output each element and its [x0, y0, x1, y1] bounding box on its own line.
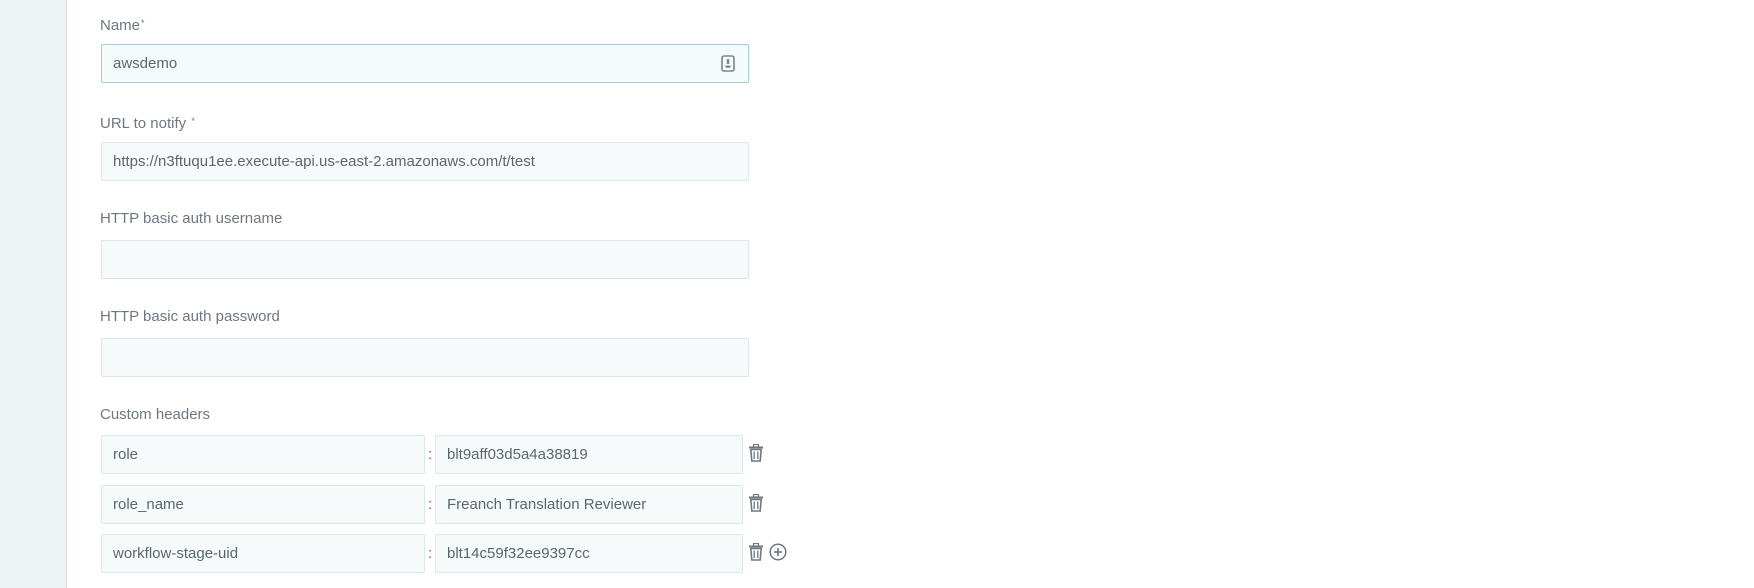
url-label: URL to notify * — [100, 112, 195, 133]
trash-icon[interactable] — [748, 444, 764, 462]
header-value-input[interactable]: Freanch Translation Reviewer — [435, 485, 743, 524]
left-rail — [0, 0, 67, 588]
header-key-value: workflow-stage-uid — [113, 545, 239, 562]
header-key-input[interactable]: workflow-stage-uid — [101, 534, 425, 573]
header-key-value: role_name — [113, 496, 184, 513]
trash-icon[interactable] — [748, 543, 764, 561]
auth-password-label: HTTP basic auth password — [100, 308, 280, 325]
header-key-value: role — [113, 446, 139, 463]
header-value-input[interactable]: blt14c59f32ee9397cc — [435, 534, 743, 573]
url-input[interactable]: https://n3ftuqu1ee.execute-api.us-east-2… — [101, 142, 749, 181]
header-value-text: blt9aff03d5a4a38819 — [447, 446, 588, 463]
name-label-text: Name — [100, 17, 141, 34]
header-key-input[interactable]: role — [101, 435, 425, 474]
name-input-value: awsdemo — [113, 55, 178, 72]
name-label: Name* — [100, 14, 145, 35]
header-value-text: Freanch Translation Reviewer — [447, 496, 647, 513]
auth-username-label: HTTP basic auth username — [100, 210, 283, 227]
custom-headers-label: Custom headers — [100, 406, 211, 423]
url-required-mark: * — [191, 116, 195, 126]
header-separator: : — [428, 545, 433, 562]
auth-username-input[interactable] — [101, 240, 749, 279]
header-value-text: blt14c59f32ee9397cc — [447, 545, 590, 562]
plus-circle-icon[interactable] — [769, 543, 787, 561]
url-input-value: https://n3ftuqu1ee.execute-api.us-east-2… — [113, 153, 535, 170]
header-value-input[interactable]: blt9aff03d5a4a38819 — [435, 435, 743, 474]
trash-icon[interactable] — [748, 494, 764, 512]
header-separator: : — [428, 496, 433, 513]
url-label-text: URL to notify — [100, 115, 187, 132]
auth-password-input[interactable] — [101, 338, 749, 377]
name-required-mark: * — [141, 18, 145, 28]
header-separator: : — [428, 446, 433, 463]
header-key-input[interactable]: role_name — [101, 485, 425, 524]
name-input[interactable]: awsdemo — [101, 44, 749, 83]
password-manager-icon[interactable] — [721, 55, 735, 72]
